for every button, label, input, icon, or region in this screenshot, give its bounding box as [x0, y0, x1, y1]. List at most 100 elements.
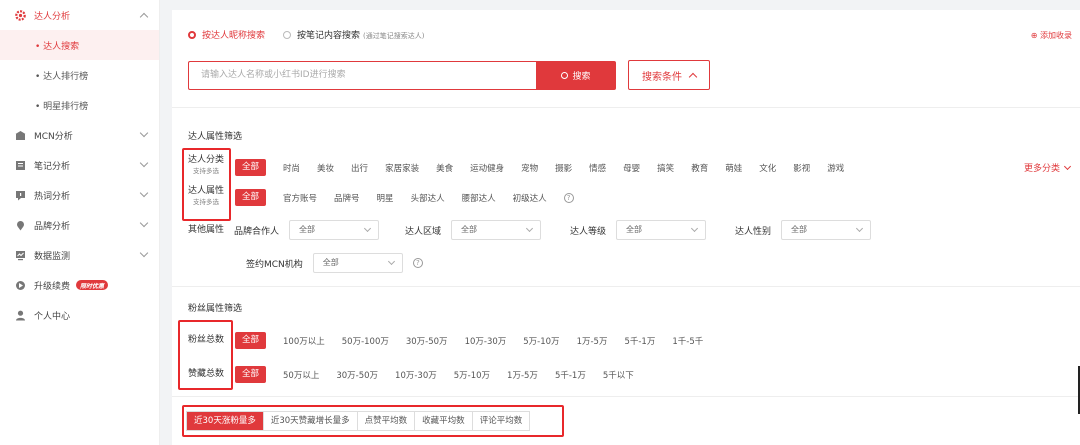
filter-chip[interactable]: 出行 — [351, 162, 368, 174]
filter-chip[interactable]: 30万-50万 — [336, 369, 378, 381]
monitor-icon — [15, 250, 26, 261]
filter-chip[interactable]: 5千-1万 — [624, 335, 655, 347]
sidebar-item-label: 笔记分析 — [34, 161, 71, 172]
more-categories-label: 更多分类 — [1023, 164, 1060, 174]
filter-chip[interactable]: 10万-30万 — [395, 369, 437, 381]
filter-chip[interactable]: 美食 — [436, 162, 453, 174]
filter-chip[interactable]: 全部 — [235, 189, 267, 206]
chevron-down-icon — [690, 224, 699, 233]
category-chips: 全部 时尚 美妆 出行 家居家装 美食 运动健身 宠物 摄影 情感 母婴 搞笑 教育 萌娃 文化 影视 游戏 — [235, 159, 861, 176]
sidebar-item-profile[interactable]: 个人中心 — [0, 300, 159, 330]
radio-note-hint: (通过笔记搜索达人) — [363, 32, 425, 40]
sidebar-item-label: 热词分析 — [34, 191, 71, 202]
filter-chip[interactable]: 游戏 — [827, 162, 844, 174]
message-icon — [15, 190, 26, 201]
radio-nickname-label[interactable]: 按达人昵称搜索 — [202, 28, 265, 41]
radio-note[interactable] — [283, 30, 292, 39]
filter-chip[interactable]: 摄影 — [555, 162, 572, 174]
filter-chip[interactable]: 运动健身 — [470, 162, 504, 174]
main-panel: 按达人昵称搜索 按笔记内容搜索 (通过笔记搜索达人) ⊕ 添加收录 请输入达人名称… — [172, 10, 1080, 445]
radio-note-text: 按笔记内容搜索 — [297, 31, 361, 41]
filter-chip[interactable]: 初级达人 — [513, 192, 547, 204]
brand-partner-select[interactable]: 全部 — [289, 220, 380, 240]
sidebar-item-upgrade[interactable]: 升级续费 限时优惠 — [0, 270, 159, 300]
chevron-down-icon — [139, 188, 149, 198]
sidebar-subitem-ranking[interactable]: • 达人排行榜 — [0, 60, 159, 90]
search-conditions-button[interactable]: 搜索条件 — [628, 60, 710, 90]
filter-chip[interactable]: 5万-10万 — [454, 369, 490, 381]
radio-note-label[interactable]: 按笔记内容搜索 (通过笔记搜索达人) — [297, 28, 424, 41]
filter-chip[interactable]: 1万-5万 — [577, 335, 608, 347]
sidebar-item-monitor[interactable]: 数据监测 — [0, 240, 159, 270]
filter-chip[interactable]: 全部 — [235, 366, 267, 383]
gear-icon — [15, 9, 26, 21]
level-select[interactable]: 全部 — [616, 220, 707, 240]
brand-partner-field: 品牌合作人 全部 — [234, 220, 380, 240]
add-collection-link[interactable]: ⊕ 添加收录 — [1031, 30, 1072, 41]
sidebar-item-label: 品牌分析 — [34, 221, 71, 232]
sidebar-subitem-search[interactable]: • 达人搜索 — [0, 30, 159, 60]
more-categories-button[interactable]: 更多分类 — [1023, 161, 1072, 174]
filter-chip[interactable]: 搞笑 — [657, 162, 674, 174]
chevron-up-icon — [139, 12, 149, 22]
filter-chip[interactable]: 文化 — [759, 162, 776, 174]
sidebar-item-influencer-analysis[interactable]: 达人分析 — [0, 0, 159, 30]
help-icon[interactable]: ? — [563, 192, 574, 203]
filter-chip[interactable]: 明星 — [377, 192, 394, 204]
brand-partner-label: 品牌合作人 — [234, 226, 280, 237]
sidebar-subitem-star-ranking[interactable]: • 明星排行榜 — [0, 90, 159, 120]
search-input[interactable]: 请输入达人名称或小红书ID进行搜索 — [188, 61, 536, 90]
radio-nickname[interactable] — [188, 30, 196, 39]
filter-chip[interactable]: 5千-1万 — [555, 369, 586, 381]
sidebar: 达人分析 • 达人搜索 • 达人排行榜 • 明星排行榜 MCN分析 笔记分析 热… — [0, 0, 160, 445]
filter-chip[interactable]: 50万以上 — [283, 369, 319, 381]
sidebar-item-mcn[interactable]: MCN分析 — [0, 120, 159, 150]
highlight-box — [178, 320, 233, 390]
chevron-down-icon — [855, 224, 864, 233]
attribute-chips: 全部 官方账号 品牌号 明星 头部达人 腰部达人 初级达人? — [235, 189, 574, 206]
user-icon — [15, 310, 26, 321]
gender-field: 达人性别 全部 — [735, 220, 872, 240]
filter-chip[interactable]: 母婴 — [623, 162, 640, 174]
help-icon[interactable]: ? — [412, 258, 423, 268]
badge-icon — [15, 220, 26, 231]
filter-chip[interactable]: 官方账号 — [283, 192, 317, 204]
filter-chip[interactable]: 1千-5千 — [672, 335, 703, 347]
filter-chip[interactable]: 美妆 — [317, 162, 334, 174]
sidebar-item-brand[interactable]: 品牌分析 — [0, 210, 159, 240]
filter-chip[interactable]: 30万-50万 — [406, 335, 448, 347]
filter-chip[interactable]: 50万-100万 — [342, 335, 389, 347]
filter-chip[interactable]: 宠物 — [521, 162, 538, 174]
filter-chip[interactable]: 全部 — [235, 159, 267, 176]
sidebar-item-hotwords[interactable]: 热词分析 — [0, 180, 159, 210]
sidebar-item-label: 达人分析 — [34, 11, 71, 22]
mcn-label: 签约MCN机构 — [246, 259, 303, 270]
fans-filter-title: 粉丝属性筛选 — [188, 304, 243, 314]
sidebar-item-notes[interactable]: 笔记分析 — [0, 150, 159, 180]
filter-chip[interactable]: 100万以上 — [283, 335, 325, 347]
document-icon — [15, 160, 26, 171]
filter-chip[interactable]: 品牌号 — [334, 192, 360, 204]
filter-chip[interactable]: 5万-10万 — [523, 335, 559, 347]
fans-count-chips: 全部 100万以上 50万-100万 30万-50万 10万-30万 5万-10万 1万-5… — [235, 332, 720, 349]
gender-select[interactable]: 全部 — [781, 220, 872, 240]
filter-chip[interactable]: 10万-30万 — [465, 335, 507, 347]
filter-chip[interactable]: 影视 — [793, 162, 810, 174]
filter-chip[interactable]: 时尚 — [283, 162, 300, 174]
search-button[interactable]: 搜索 — [536, 61, 616, 90]
filter-chip[interactable]: 1万-5万 — [507, 369, 538, 381]
filter-chip[interactable]: 家居家装 — [385, 162, 419, 174]
region-select[interactable]: 全部 — [451, 220, 542, 240]
building-icon — [15, 130, 26, 141]
filter-chip[interactable]: 教育 — [691, 162, 708, 174]
filter-chip[interactable]: 腰部达人 — [462, 192, 496, 204]
filter-chip[interactable]: 情感 — [589, 162, 606, 174]
likes-count-chips: 全部 50万以上 30万-50万 10万-30万 5万-10万 1万-5万 5千-1万 5千以… — [235, 366, 651, 383]
select-value: 全部 — [299, 225, 316, 234]
filter-chip[interactable]: 5千以下 — [603, 369, 634, 381]
filter-chip[interactable]: 头部达人 — [411, 192, 445, 204]
mcn-select[interactable]: 全部 — [312, 253, 403, 273]
highlight-box — [182, 405, 564, 437]
filter-chip[interactable]: 萌娃 — [725, 162, 742, 174]
filter-chip[interactable]: 全部 — [235, 332, 267, 349]
